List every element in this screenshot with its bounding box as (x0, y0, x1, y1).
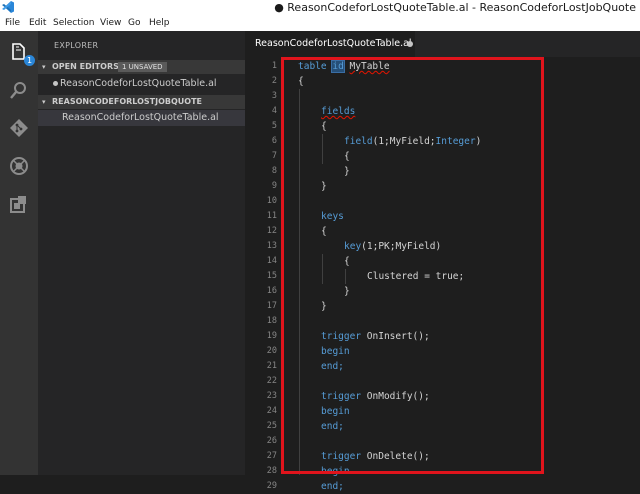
explorer-sidebar: EXPLORER ▾ OPEN EDITORS 1 UNSAVED Reason… (38, 31, 245, 475)
line-number-gutter: 1 2 3 4 5 6 7 8 9 10 11 12 13 14 15 16 1… (245, 57, 277, 491)
unsaved-badge: 1 UNSAVED (118, 62, 167, 72)
code-line: end; (321, 481, 344, 492)
line-number: 28 (266, 466, 277, 476)
line-number: 24 (266, 406, 277, 416)
menu-selection[interactable]: Selection (53, 15, 94, 31)
line-number: 7 (271, 151, 277, 161)
line-number: 11 (266, 211, 277, 221)
menu-bar: File Edit Selection View Go Help (0, 15, 640, 31)
line-number: 6 (271, 136, 277, 146)
debug-icon[interactable] (8, 155, 30, 177)
window-title: ● ReasonCodeforLostQuoteTable.al - Reaso… (274, 1, 636, 14)
line-number: 22 (266, 376, 277, 386)
tab-label: ReasonCodeforLostQuoteTable.al (255, 38, 412, 49)
line-number: 3 (271, 91, 277, 101)
chevron-down-icon: ▾ (42, 98, 46, 106)
line-number: 10 (266, 196, 277, 206)
vscode-logo-icon (2, 1, 14, 13)
line-number: 17 (266, 301, 277, 311)
open-editors-label: OPEN EDITORS (52, 62, 119, 71)
line-number: 5 (271, 121, 277, 131)
git-icon[interactable] (8, 117, 30, 139)
project-folder-header[interactable]: ▾ REASONCODEFORLOSTJOBQUOTE (38, 95, 245, 109)
title-bar: ● ReasonCodeforLostQuoteTable.al - Reaso… (0, 0, 640, 15)
line-number: 12 (266, 226, 277, 236)
project-file[interactable]: ReasonCodeforLostQuoteTable.al (38, 110, 245, 126)
line-number: 2 (271, 76, 277, 86)
menu-file[interactable]: File (5, 15, 20, 31)
open-editors-header[interactable]: ▾ OPEN EDITORS 1 UNSAVED (38, 60, 245, 74)
line-number: 15 (266, 271, 277, 281)
line-number: 13 (266, 241, 277, 251)
line-number: 27 (266, 451, 277, 461)
highlight-annotation-box (281, 57, 544, 474)
line-number: 1 (271, 61, 277, 71)
menu-help[interactable]: Help (149, 15, 170, 31)
project-folder-label: REASONCODEFORLOSTJOBQUOTE (52, 97, 203, 106)
editor-tab-bar: ReasonCodeforLostQuoteTable.al (245, 31, 640, 57)
project-file-label: ReasonCodeforLostQuoteTable.al (62, 112, 219, 123)
line-number: 29 (266, 481, 277, 491)
menu-edit[interactable]: Edit (29, 15, 46, 31)
line-number: 9 (271, 181, 277, 191)
explorer-icon[interactable]: 1 (8, 41, 35, 66)
open-editor-file-label: ReasonCodeforLostQuoteTable.al (60, 78, 217, 89)
explorer-badge: 1 (24, 55, 35, 66)
activity-bar: 1 (0, 31, 38, 475)
line-number: 26 (266, 436, 277, 446)
line-number: 4 (271, 106, 277, 116)
line-number: 19 (266, 331, 277, 341)
line-number: 16 (266, 286, 277, 296)
line-number: 14 (266, 256, 277, 266)
unsaved-dot-icon (53, 81, 58, 86)
line-number: 21 (266, 361, 277, 371)
open-editor-file[interactable]: ReasonCodeforLostQuoteTable.al (38, 76, 245, 92)
unsaved-dot-icon[interactable] (407, 41, 413, 47)
menu-view[interactable]: View (100, 15, 121, 31)
extensions-icon[interactable] (8, 193, 30, 215)
line-number: 20 (266, 346, 277, 356)
line-number: 18 (266, 316, 277, 326)
chevron-down-icon: ▾ (42, 63, 46, 71)
line-number: 8 (271, 166, 277, 176)
menu-go[interactable]: Go (128, 15, 140, 31)
tab-reasoncode-table[interactable]: ReasonCodeforLostQuoteTable.al (245, 31, 415, 57)
line-number: 25 (266, 421, 277, 431)
search-icon[interactable] (8, 79, 30, 101)
explorer-title: EXPLORER (54, 41, 99, 50)
line-number: 23 (266, 391, 277, 401)
